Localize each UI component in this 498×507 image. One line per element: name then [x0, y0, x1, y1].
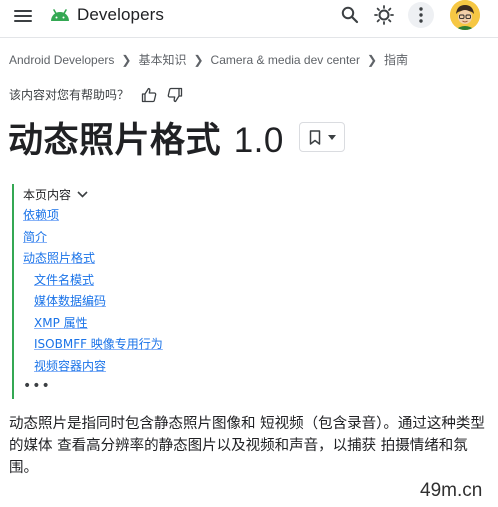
toc-heading[interactable]: 本页内容 [23, 184, 323, 205]
top-app-bar: Developers [0, 0, 498, 32]
feedback-question: 该内容对您有帮助吗？ [9, 88, 130, 102]
toc-item-filename-pattern[interactable]: 文件名模式 [23, 270, 323, 292]
breadcrumb-item-basics[interactable]: 基本知识 [138, 51, 186, 68]
toc-item-isobmff-behavior[interactable]: ISOBMFF 映像专用行为 [23, 334, 323, 356]
bookmark-button[interactable] [299, 122, 345, 152]
toc-item-dependencies[interactable]: 依赖项 [23, 205, 323, 227]
toc-item-label: ISOBMFF 映像专用行为 [34, 337, 163, 351]
more-vert-icon [419, 7, 423, 23]
toc-item-motion-photo-format[interactable]: 动态照片格式 [23, 248, 323, 270]
more-options-button[interactable] [408, 2, 434, 28]
toc-item-label: 动态照片格式 [23, 251, 96, 265]
thumb-up-icon [141, 87, 157, 102]
toc-item-label: 媒体数据编码 [34, 294, 107, 308]
theme-toggle-button[interactable] [371, 3, 397, 27]
toc-item-xmp-attributes[interactable]: XMP 属性 [23, 313, 323, 335]
toc-more-button[interactable]: ••• [23, 377, 323, 399]
chevron-right-icon: ❯ [121, 52, 132, 67]
watermark: 49m.cn [420, 480, 483, 501]
table-of-contents: 本页内容 依赖项 简介 动态照片格式 文件名模式 媒体数据编码 XMP 属性 I… [12, 184, 323, 399]
thumb-down-button[interactable] [167, 87, 183, 103]
search-button[interactable] [337, 3, 363, 27]
feedback-row: 该内容对您有帮助吗？ [9, 86, 183, 103]
breadcrumb: Android Developers ❯ 基本知识 ❯ Camera & med… [9, 51, 408, 68]
avatar-image [450, 0, 480, 30]
breadcrumb-item-android-developers[interactable]: Android Developers [9, 53, 114, 67]
theme-brightness-icon [374, 5, 394, 25]
menu-icon[interactable] [14, 7, 32, 23]
search-icon [341, 6, 359, 24]
toc-item-label: 依赖项 [23, 208, 60, 222]
bookmark-icon [309, 129, 320, 145]
page-title-version: 1.0 [233, 121, 284, 160]
page-title-text: 动态照片格式 [8, 121, 222, 161]
toc-item-label: XMP 属性 [34, 315, 88, 330]
page-title: 动态照片格式 1.0 [8, 112, 284, 163]
toc-item-label: 文件名模式 [34, 272, 95, 287]
toc-item-video-container-contents[interactable]: 视频容器内容 [23, 356, 323, 378]
toc-item-introduction[interactable]: 简介 [23, 227, 323, 249]
toc-heading-label: 本页内容 [23, 188, 72, 202]
chevron-right-icon: ❯ [366, 52, 378, 67]
caret-down-icon [327, 134, 336, 140]
thumb-down-icon [167, 87, 183, 102]
header-divider [0, 37, 498, 38]
chevron-down-icon [77, 191, 88, 198]
android-logo-icon [51, 9, 69, 21]
toc-item-media-data-encoding[interactable]: 媒体数据编码 [23, 291, 323, 313]
breadcrumb-item-guides[interactable]: 指南 [384, 51, 408, 68]
brand-name: Developers [77, 5, 164, 24]
thumb-up-button[interactable] [141, 87, 157, 103]
breadcrumb-item-camera-media[interactable]: Camera & media dev center [211, 53, 360, 67]
toc-item-label: 视频容器内容 [34, 358, 107, 373]
toc-item-label: 简介 [23, 229, 48, 244]
chevron-right-icon: ❯ [193, 52, 204, 67]
intro-paragraph: 动态照片是指同时包含静态照片图像和 短视频（包含录音）。通过这种类型的媒体 查看… [9, 416, 485, 476]
avatar[interactable] [450, 0, 480, 30]
brand-logo[interactable]: Developers [49, 3, 164, 27]
